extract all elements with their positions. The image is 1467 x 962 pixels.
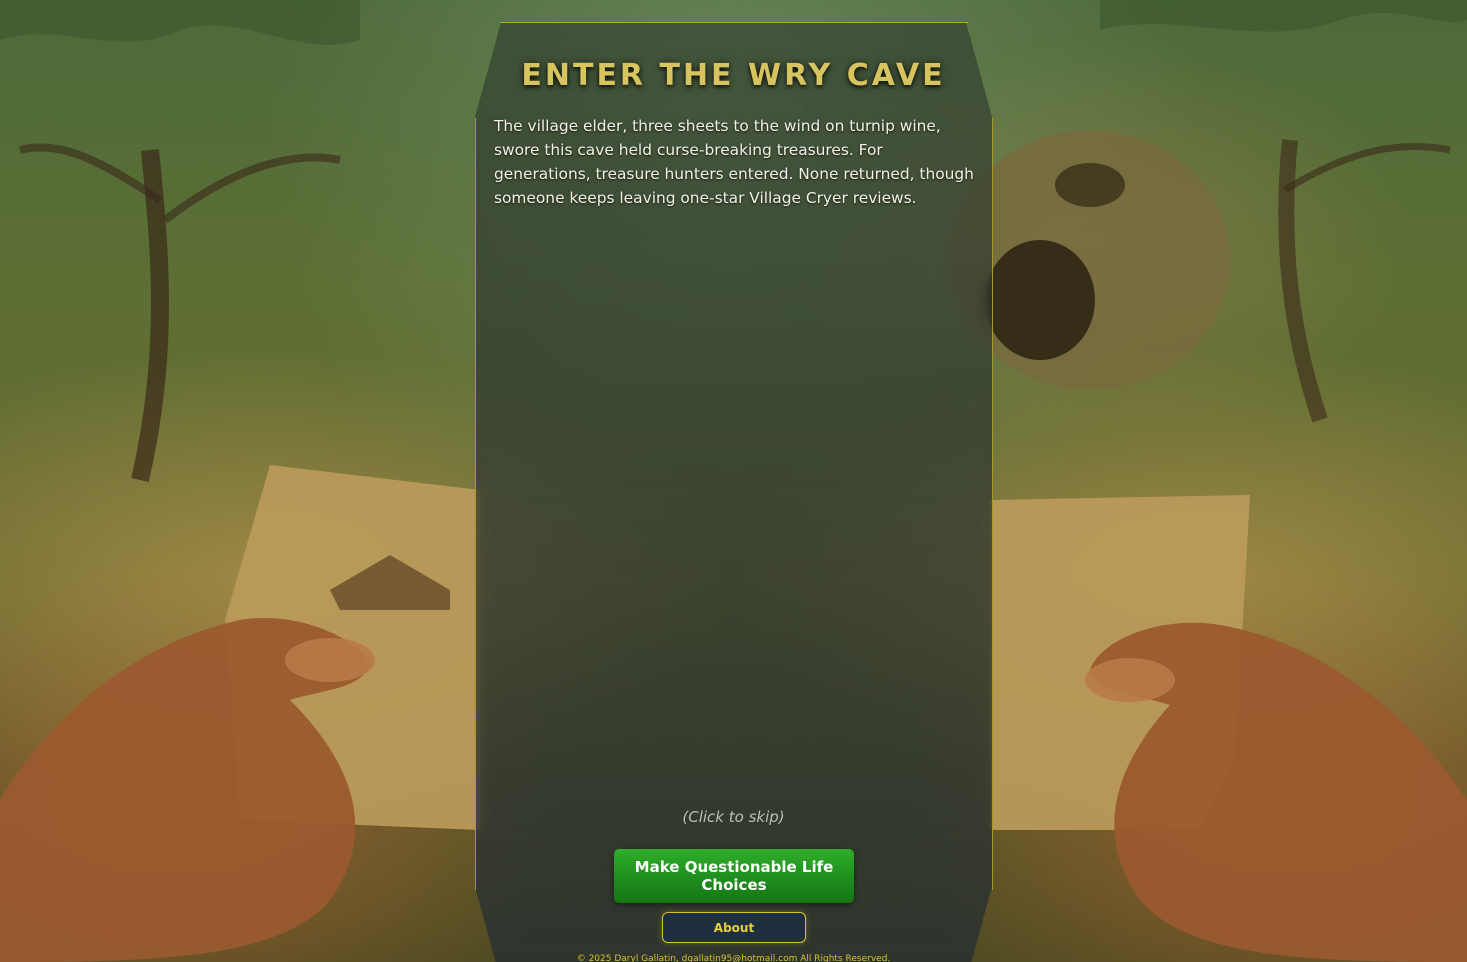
about-button[interactable]: About: [662, 912, 806, 943]
skip-hint[interactable]: (Click to skip): [475, 808, 992, 826]
panel-border-right: [992, 118, 993, 890]
panel-border-top: [500, 22, 968, 23]
game-title: ENTER THE WRY CAVE: [521, 58, 946, 93]
start-game-button[interactable]: Make Questionable Life Choices: [614, 849, 854, 903]
copyright-footer: © 2025 Daryl Gallatin, dgallatin95@hotma…: [576, 954, 891, 962]
panel-border-left: [475, 118, 476, 890]
intro-story-text[interactable]: The village elder, three sheets to the w…: [494, 114, 978, 210]
